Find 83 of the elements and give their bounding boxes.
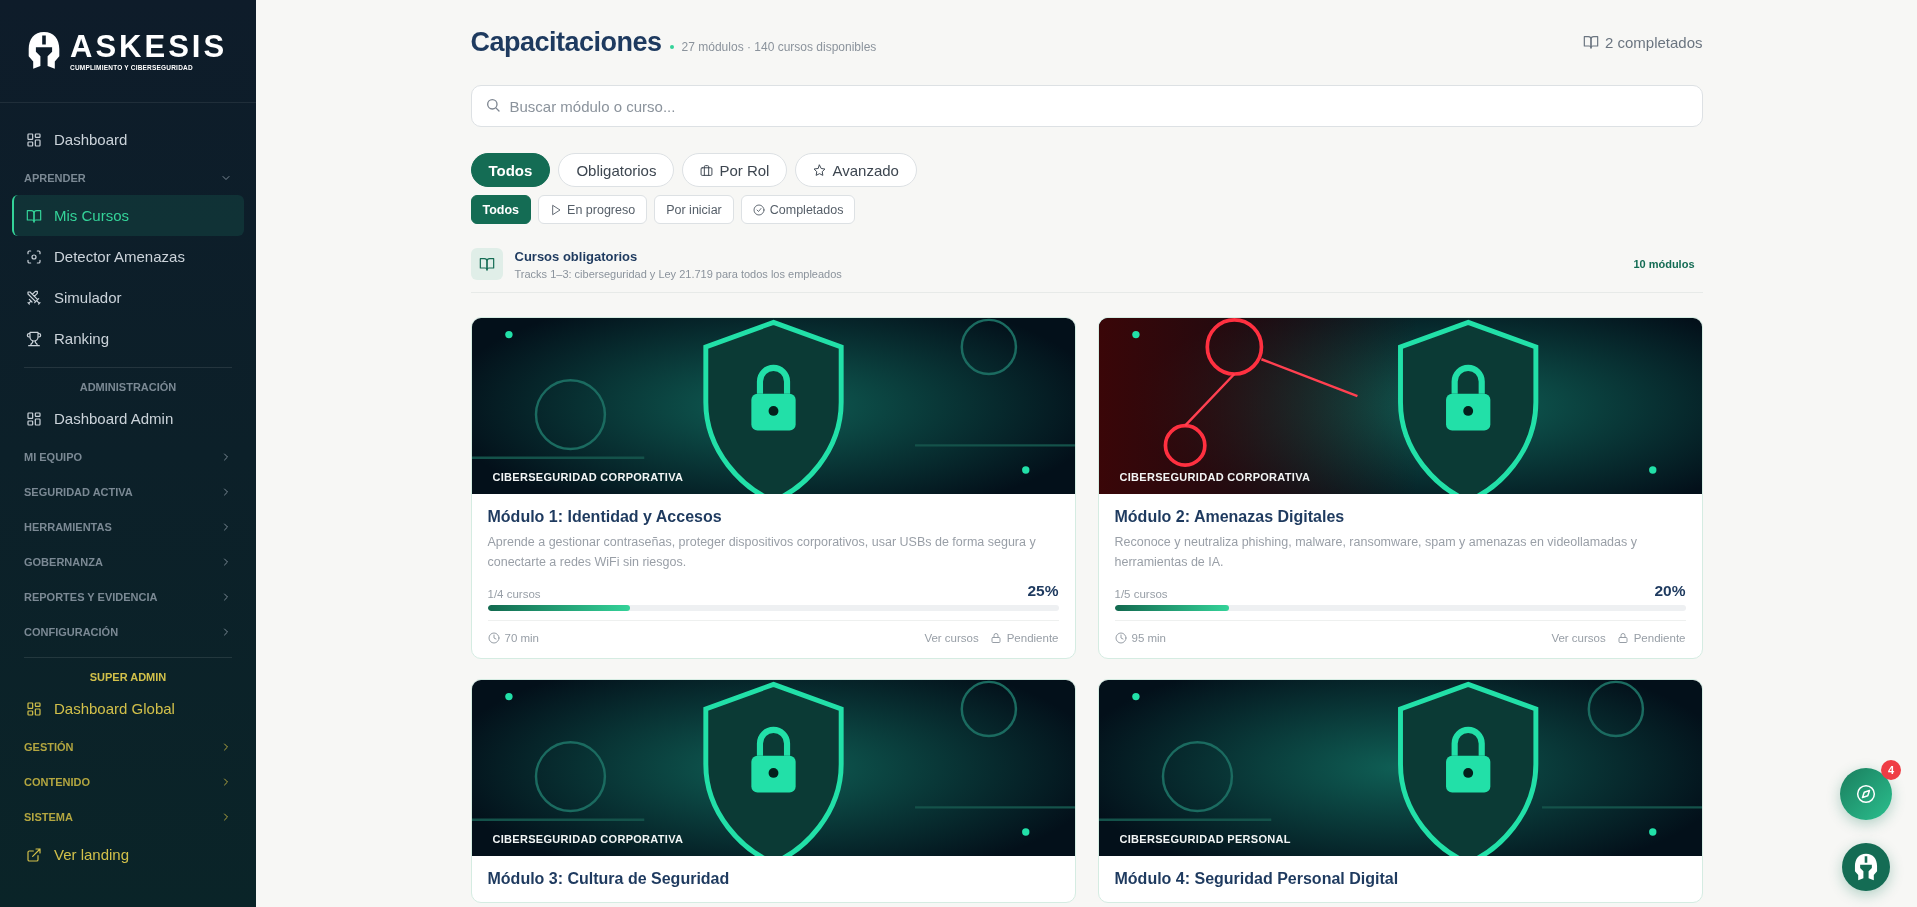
sidebar-group[interactable]: GOBERNANZA — [12, 544, 244, 579]
status-dot — [669, 45, 674, 49]
sidebar-group[interactable]: CONTENIDO — [12, 764, 244, 799]
section-subtitle: Tracks 1–3: ciberseguridad y Ley 21.719 para todos los empleados — [514, 267, 843, 280]
lock-icon — [989, 632, 1002, 644]
avatar-button[interactable] — [1842, 843, 1890, 891]
module-card[interactable] — [1097, 317, 1703, 659]
status-filter[interactable]: Por iniciar — [654, 195, 734, 224]
status-filter[interactable]: En progreso — [538, 195, 648, 224]
filter-chip[interactable]: Por Rol — [682, 153, 788, 187]
swords-icon — [26, 289, 42, 306]
sidebar-group[interactable]: REPORTES Y EVIDENCIA — [12, 579, 244, 614]
check-circle-icon — [752, 203, 765, 216]
module-card[interactable]: CIBERSEGURIDAD PERSONAL Módulo 4: Seguridad Personal Digital — [1097, 679, 1703, 903]
book-icon — [478, 256, 495, 272]
module-title: Módulo 3: Cultura de Seguridad — [487, 870, 731, 888]
lock-icon — [1616, 632, 1629, 644]
sidebar-item[interactable]: Ver landing — [12, 834, 244, 875]
filter-chip[interactable]: Avanzado — [795, 153, 917, 187]
compass-icon — [1856, 784, 1876, 804]
module-card[interactable] — [470, 317, 1076, 659]
progress-percent: 20% — [1654, 582, 1686, 600]
module-title: Módulo 4: Seguridad Personal Digital — [1114, 870, 1400, 888]
clock-icon — [1114, 632, 1127, 644]
scan-icon — [26, 248, 42, 265]
sidebar-item[interactable]: Ranking — [12, 318, 244, 359]
status-filter[interactable]: Todos — [470, 195, 532, 224]
section-heading: ADMINISTRACIÓN — [78, 380, 178, 395]
category-label: CIBERSEGURIDAD CORPORATIVA — [492, 471, 684, 483]
sidebar-item[interactable]: Mis Cursos — [12, 195, 244, 236]
progress-text: 1/4 cursos — [487, 588, 541, 600]
external-link-icon — [26, 846, 42, 863]
star-icon — [813, 163, 827, 177]
dashboard-icon — [26, 410, 42, 427]
clock-icon — [487, 632, 500, 644]
sidebar-item[interactable]: Dashboard — [12, 119, 244, 160]
progress-text: 1/5 cursos — [1114, 588, 1168, 600]
sidebar-group[interactable]: SISTEMA — [12, 799, 244, 834]
sidebar-group[interactable]: SEGURIDAD ACTIVA — [12, 474, 244, 509]
status-filter[interactable]: Completados — [740, 195, 856, 224]
module-description: Reconoce y neutraliza phishing, malware, ransomware, spam y amenazas en videollamadas y herramientas de IA. — [1114, 534, 1638, 571]
module-title: Módulo 2: Amenazas Digitales — [1114, 508, 1346, 526]
status-text: Pendiente — [1633, 632, 1686, 644]
category-label: CIBERSEGURIDAD PERSONAL — [1119, 833, 1291, 845]
module-title: Módulo 1: Identidad y Accesos — [487, 508, 723, 526]
helmet-logo-icon — [1853, 852, 1879, 882]
module-description: Aprende a gestionar contraseñas, proteger dispositivos corporativos, usar USBs de forma segura y conectarte a redes WiFi sin riesgos. — [487, 534, 1037, 571]
assistant-button[interactable] — [1840, 768, 1892, 820]
module-card[interactable]: CIBERSEGURIDAD CORPORATIVA Módulo 3: Cultura de Seguridad — [470, 679, 1076, 903]
duration: 95 min — [1131, 632, 1167, 644]
section-heading: SUPER ADMIN — [88, 670, 168, 685]
book-icon — [1582, 34, 1599, 50]
trophy-icon — [26, 330, 42, 347]
category-label: CIBERSEGURIDAD CORPORATIVA — [492, 833, 684, 845]
module-count: 10 módulos — [1633, 258, 1695, 270]
brand-name: ASKESIS — [70, 31, 228, 62]
category-label: CIBERSEGURIDAD CORPORATIVA — [1119, 471, 1311, 483]
section-title: Cursos obligatorios — [514, 248, 639, 264]
filter-chip[interactable]: Obligatorios — [558, 153, 675, 187]
status-text: Pendiente — [1006, 632, 1059, 644]
page-title: Capacitaciones — [470, 26, 662, 58]
dashboard-icon — [26, 700, 42, 717]
sidebar-group[interactable]: MI EQUIPO — [12, 439, 244, 474]
progress-percent: 25% — [1027, 582, 1059, 600]
sidebar-group[interactable]: HERRAMIENTAS — [12, 509, 244, 544]
sidebar-group[interactable]: GESTIÓN — [12, 729, 244, 764]
sidebar-item[interactable]: Simulador — [12, 277, 244, 318]
sidebar-item[interactable]: Detector Amenazas — [12, 236, 244, 277]
sidebar-item[interactable]: Dashboard Admin — [12, 398, 244, 439]
play-icon — [550, 203, 563, 216]
sidebar-group[interactable]: CONFIGURACIÓN — [12, 614, 244, 649]
notification-badge: 4 — [1881, 760, 1901, 780]
page-subtitle: 27 módulos · 140 cursos disponibles — [681, 39, 877, 54]
briefcase-icon — [700, 163, 714, 177]
dashboard-icon — [26, 131, 42, 148]
sidebar-item[interactable]: Dashboard Global — [12, 688, 244, 729]
duration: 70 min — [504, 632, 540, 644]
book-icon — [26, 207, 42, 224]
sidebar-group[interactable]: APRENDER — [12, 160, 244, 195]
filter-chip[interactable]: Todos — [470, 153, 551, 187]
search-field[interactable]: Buscar módulo o curso... — [470, 85, 1703, 127]
helmet-logo-icon — [26, 31, 62, 71]
completed-count: 2 completados — [1604, 33, 1703, 51]
